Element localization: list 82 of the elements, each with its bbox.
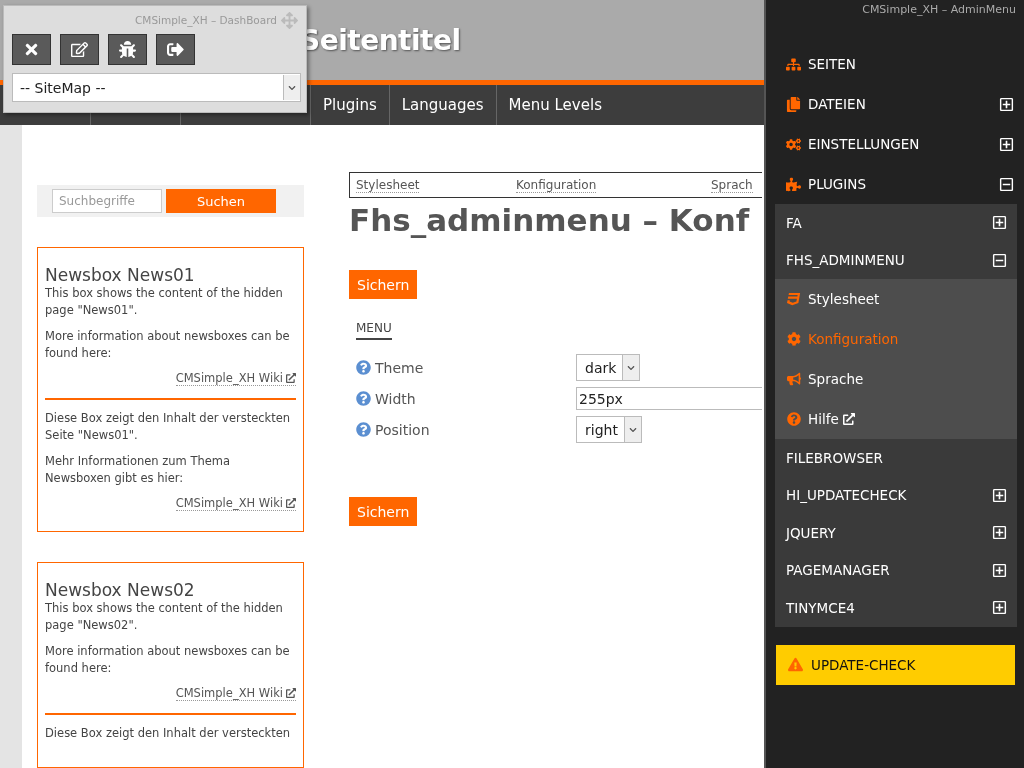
menu-item[interactable]: Hilfe <box>775 399 1017 439</box>
expand-icon[interactable] <box>999 136 1014 152</box>
newsbox-text: Mehr Informationen zum Thema Newsboxen gibt es hier: <box>45 453 232 487</box>
expand-icon[interactable] <box>992 215 1007 231</box>
newsbox-text: More information about newsboxes can be found here: <box>45 328 291 362</box>
help-icon[interactable] <box>356 391 371 406</box>
close-icon <box>23 41 40 58</box>
menu-item[interactable]: DATEIEN <box>766 84 1024 124</box>
warning-icon <box>788 657 803 672</box>
menu-item[interactable]: Stylesheet <box>775 279 1017 319</box>
menu-item[interactable]: Sprache <box>775 359 1017 399</box>
wiki-link[interactable]: CMSimple_XH Wiki <box>175 496 296 511</box>
nav-link[interactable]: Plugins <box>310 85 389 125</box>
newsbox-text: This box shows the content of the hidden page "News02". <box>45 600 284 634</box>
expand-icon[interactable] <box>999 96 1014 112</box>
newsbox-text: Diese Box zeigt den Inhalt der versteckten <box>45 725 292 742</box>
wiki-link[interactable]: CMSimple_XH Wiki <box>175 686 296 701</box>
collapse-icon[interactable] <box>999 176 1014 192</box>
newsbox-text: More information about newsboxes can be found here: <box>45 643 291 677</box>
newsbox-text: This box shows the content of the hidden page "News01". <box>45 285 284 319</box>
section-heading: MENU <box>356 321 392 340</box>
sitemap-icon <box>786 56 801 72</box>
menu-item[interactable]: EINSTELLUNGEN <box>766 124 1024 164</box>
expand-icon[interactable] <box>992 525 1007 541</box>
field-label: Position <box>356 421 576 438</box>
caret-icon <box>628 425 637 434</box>
newsbox-title: Newsbox News02 <box>45 580 196 600</box>
external-link-icon <box>286 688 296 698</box>
field-label: Theme <box>356 359 576 376</box>
site-title: Seitentitel <box>300 23 461 57</box>
nav-link[interactable]: Languages <box>388 85 496 125</box>
menu-item[interactable]: JQUERY <box>775 514 1017 552</box>
menu-item[interactable]: SEITEN <box>766 44 1024 84</box>
help-icon[interactable] <box>356 422 371 437</box>
bug-icon <box>119 41 136 58</box>
menu-item[interactable]: FA <box>775 204 1017 242</box>
logout-button[interactable] <box>156 34 195 65</box>
field-label: Width <box>356 390 576 407</box>
tab-link[interactable]: Konfiguration <box>516 177 597 193</box>
gear-icon <box>787 332 801 346</box>
expand-icon[interactable] <box>992 562 1007 578</box>
wiki-link[interactable]: CMSimple_XH Wiki <box>175 371 296 386</box>
megaphone-icon <box>787 372 801 386</box>
external-link-icon <box>286 373 296 383</box>
css-icon <box>787 292 801 306</box>
collapse-icon[interactable] <box>992 252 1007 268</box>
edit-button[interactable] <box>60 34 99 65</box>
external-link-icon <box>842 413 855 425</box>
nav-link[interactable]: Menu Levels <box>495 85 614 125</box>
gears-icon <box>786 136 801 152</box>
newsbox-title: Newsbox News01 <box>45 265 196 285</box>
menu-item[interactable]: PAGEMANAGER <box>775 551 1017 589</box>
expand-icon[interactable] <box>992 487 1007 503</box>
update-check-button[interactable]: UPDATE-CHECK <box>776 644 1015 685</box>
edit-icon <box>71 41 88 58</box>
caret-icon <box>288 83 296 92</box>
sitemap-select[interactable]: -- SiteMap -- <box>12 73 301 102</box>
dashboard-title: CMSimple_XH – DashBoard <box>135 14 277 26</box>
help-icon[interactable] <box>356 360 371 375</box>
tab-link[interactable]: Sprach <box>711 177 753 193</box>
search-field[interactable]: Suchbegriffe <box>52 189 162 213</box>
menu-item[interactable]: TINYMCE4 <box>775 589 1017 627</box>
caret-icon <box>627 363 636 372</box>
help-icon <box>787 412 801 426</box>
menu-item[interactable]: HI_UPDATECHECK <box>775 476 1017 514</box>
debug-button[interactable] <box>108 34 147 65</box>
files-icon <box>786 96 801 112</box>
menu-title: CMSimple_XH – AdminMenu <box>861 2 1017 18</box>
select-field[interactable]: right <box>576 416 642 443</box>
select-field[interactable]: dark <box>576 354 641 381</box>
external-link-icon <box>286 498 296 508</box>
menu-item[interactable]: FILEBROWSER <box>775 439 1017 477</box>
text-field[interactable]: 255px <box>576 387 762 410</box>
logout-icon <box>167 41 184 58</box>
close-button[interactable] <box>12 34 51 65</box>
page-heading: Fhs_adminmenu – Konf <box>349 202 751 238</box>
puzzle-icon <box>786 176 801 192</box>
menu-item[interactable]: FHS_ADMINMENU <box>775 241 1017 279</box>
tab-link[interactable]: Stylesheet <box>356 177 420 193</box>
menu-item[interactable]: PLUGINS <box>766 164 1024 204</box>
newsbox-text: Diese Box zeigt den Inhalt der versteckten Seite "News01". <box>45 410 292 444</box>
expand-icon[interactable] <box>992 600 1007 616</box>
